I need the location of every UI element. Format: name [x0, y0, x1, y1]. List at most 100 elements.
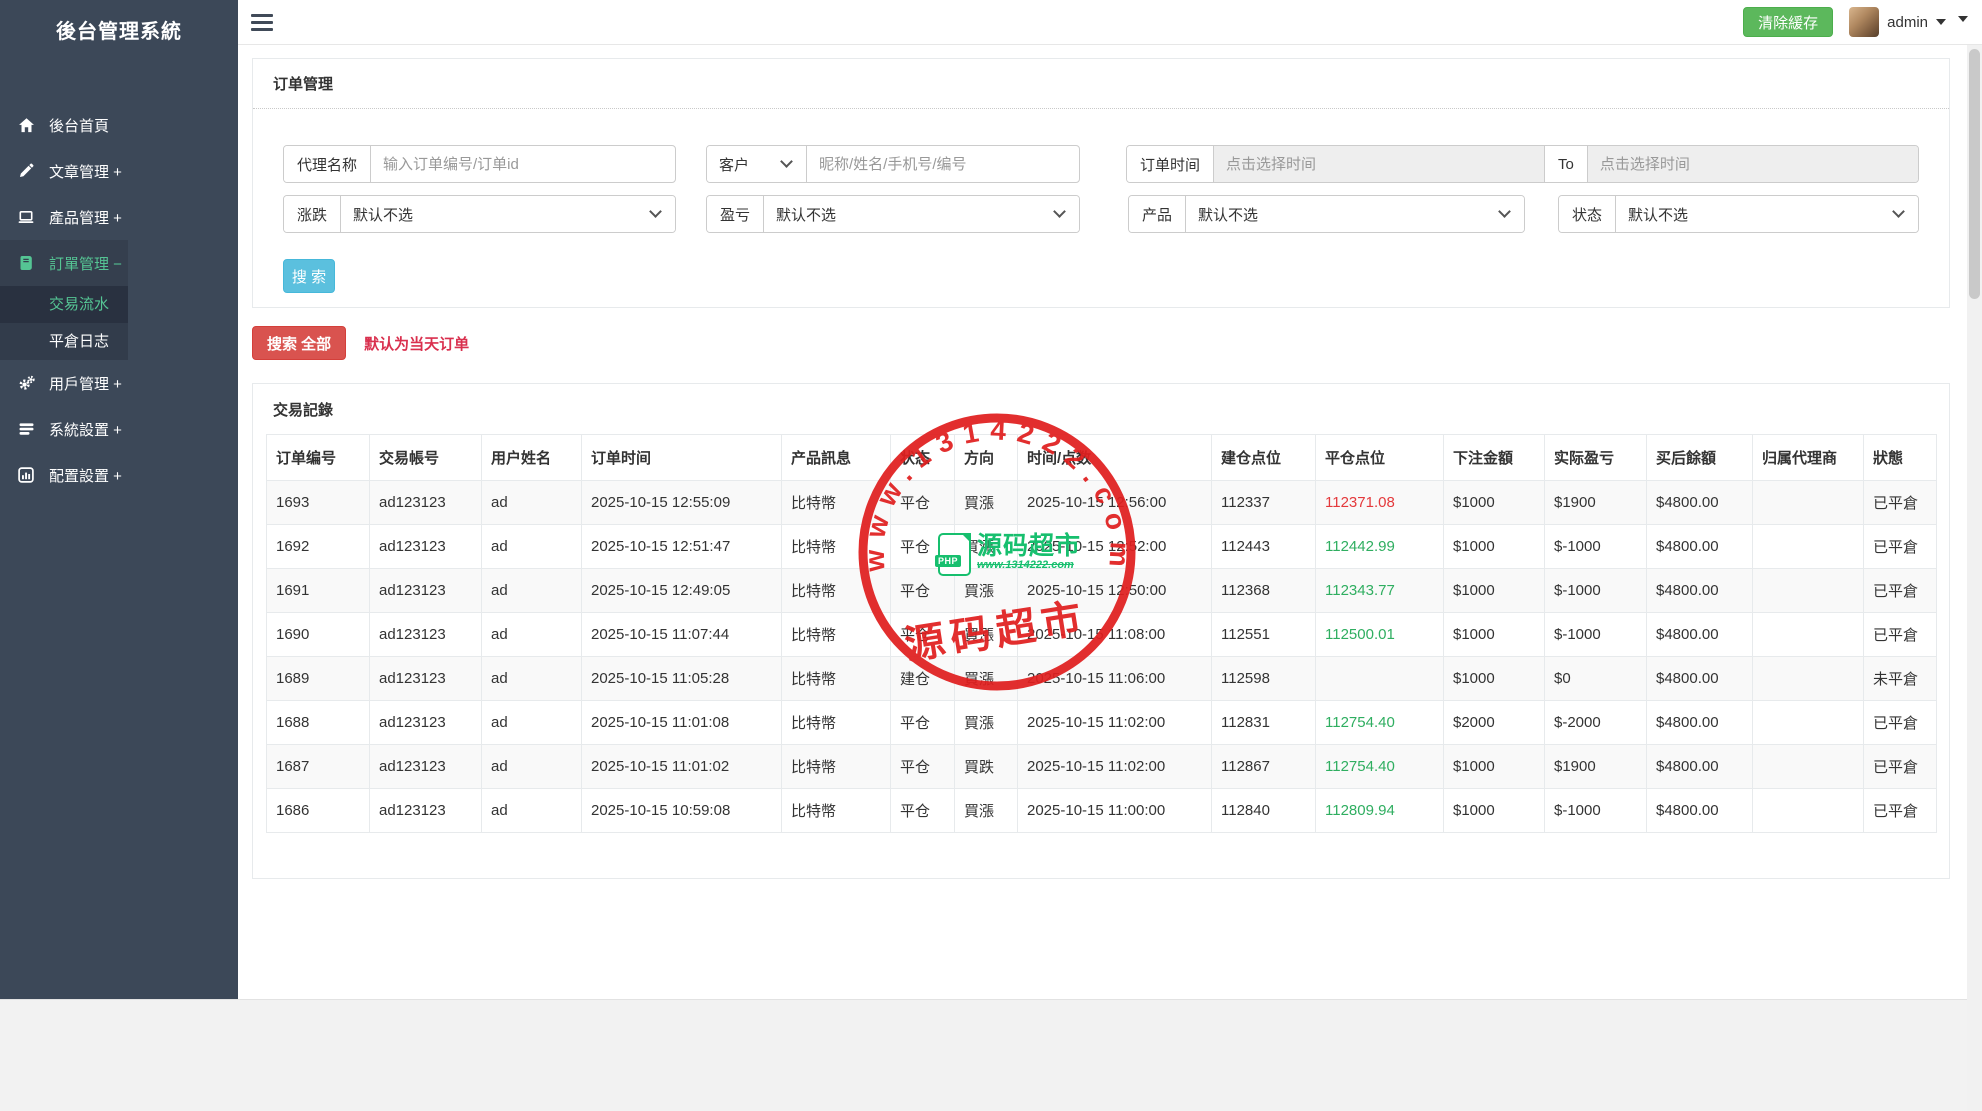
sidebar-item-system-settings[interactable]: 系統設置 + [0, 406, 128, 452]
customer-select[interactable]: 客户 [707, 146, 807, 182]
scrollbar-thumb[interactable] [1969, 49, 1980, 299]
column-header: 归属代理商 [1752, 434, 1864, 481]
search-all-bar: 搜索 全部 默认为当天订单 [252, 326, 1950, 360]
table-cell: ad123123 [369, 656, 482, 701]
vertical-scrollbar[interactable] [1967, 45, 1982, 1111]
table-cell [1752, 568, 1864, 613]
profit-select-value: 默认不选 [776, 206, 837, 224]
product-label: 产品 [1129, 196, 1187, 232]
table-cell: $4800.00 [1646, 480, 1753, 525]
table-cell: ad [481, 788, 582, 833]
sidebar-item-orders[interactable]: 訂單管理 − [0, 240, 128, 286]
customer-select-value: 客户 [719, 156, 750, 174]
order-time-label: 订单时间 [1127, 146, 1215, 182]
table-cell: 1689 [266, 656, 370, 701]
column-header: 平仓点位 [1315, 434, 1444, 481]
sidebar-item-label: 配置設置 + [49, 467, 122, 485]
table-cell: 已平倉 [1863, 744, 1937, 789]
table-cell: 1687 [266, 744, 370, 789]
search-button[interactable]: 搜 索 [283, 259, 335, 293]
updown-label: 涨跌 [284, 196, 342, 232]
table-cell: 建仓 [890, 656, 955, 701]
sidebar-nav: 後台首頁 文章管理 + 產品管理 + 訂單管理 − 交易流水 平倉日志 用戶管理… [0, 102, 128, 498]
sidebar-item-articles[interactable]: 文章管理 + [0, 148, 128, 194]
default-today-note: 默认为当天订单 [364, 335, 470, 353]
table-row: 1693 ad123123 ad 2025-10-15 12:55:09 比特幣 平仓 買漲… [266, 480, 1937, 525]
table-cell: 112443 [1211, 524, 1316, 569]
sidebar-item-products[interactable]: 產品管理 + [0, 194, 128, 240]
time-to-input[interactable] [1587, 146, 1918, 182]
table-cell: $1000 [1443, 480, 1545, 525]
table-cell: $4800.00 [1646, 788, 1753, 833]
clear-cache-button[interactable]: 清除緩存 [1743, 7, 1834, 37]
table-cell: $4800.00 [1646, 612, 1753, 657]
table-cell: 2025-10-15 11:07:44 [581, 612, 782, 657]
table-cell: ad [481, 700, 582, 745]
user-dropdown-caret-icon[interactable] [1936, 19, 1946, 25]
sidebar-item-config-settings[interactable]: 配置設置 + [0, 452, 128, 498]
sidebar-item-label: 文章管理 + [49, 163, 122, 181]
table-cell: $-1000 [1544, 524, 1647, 569]
table-cell [1752, 656, 1864, 701]
table-cell [1752, 700, 1864, 745]
table-cell: 112368 [1211, 568, 1316, 613]
table-cell: 買漲 [954, 612, 1018, 657]
sidebar-item-transaction-flow[interactable]: 交易流水 [0, 286, 128, 323]
column-header: 狀態 [1863, 434, 1937, 481]
time-from-input[interactable] [1214, 146, 1545, 182]
table-cell: 買漲 [954, 656, 1018, 701]
table-cell: 比特幣 [781, 700, 891, 745]
table-cell: ad [481, 744, 582, 789]
status-filter-group: 状态 默认不选 [1558, 195, 1919, 233]
column-header: 下注金額 [1443, 434, 1545, 481]
table-cell: 2025-10-15 11:05:28 [581, 656, 782, 701]
footer-band [0, 999, 1982, 1111]
table-cell: $1000 [1443, 788, 1545, 833]
table-cell: 112500.01 [1315, 612, 1444, 657]
table-cell: 比特幣 [781, 524, 891, 569]
avatar[interactable] [1849, 7, 1880, 37]
sidebar-item-home[interactable]: 後台首頁 [0, 102, 128, 148]
secondary-dropdown-caret-icon[interactable] [1958, 16, 1968, 22]
table-cell: 平仓 [890, 480, 955, 525]
agent-filter-group: 代理名称 [283, 145, 676, 183]
filter-form: 代理名称 客户 订单时间 To [253, 109, 1949, 307]
customer-input[interactable] [807, 146, 1079, 182]
table-cell: 比特幣 [781, 480, 891, 525]
table-cell: $4800.00 [1646, 744, 1753, 789]
sidebar-item-users[interactable]: 用戶管理 + [0, 360, 128, 406]
table-cell: $4800.00 [1646, 568, 1753, 613]
home-icon [15, 117, 37, 134]
table-cell: 平仓 [890, 788, 955, 833]
table-row: 1687 ad123123 ad 2025-10-15 11:01:02 比特幣 平仓 買跌… [266, 744, 1937, 789]
column-header: 状态 [890, 434, 955, 481]
status-select[interactable]: 默认不选 [1616, 196, 1918, 232]
table-cell: 2025-10-15 11:08:00 [1017, 612, 1212, 657]
sidebar-item-close-position-log[interactable]: 平倉日志 [0, 323, 128, 360]
panel-title-order-management: 订单管理 [253, 59, 1949, 109]
updown-select[interactable]: 默认不选 [341, 196, 675, 232]
table-cell: 2025-10-15 12:55:09 [581, 480, 782, 525]
column-header: 建仓点位 [1211, 434, 1316, 481]
agent-input[interactable] [371, 146, 675, 182]
chart-icon [15, 467, 37, 483]
hamburger-menu-icon[interactable] [251, 10, 273, 35]
table-cell: $4800.00 [1646, 656, 1753, 701]
table-cell: 平仓 [890, 612, 955, 657]
order-management-panel: 订单管理 代理名称 客户 订单时间 [252, 58, 1950, 308]
profit-select[interactable]: 默认不选 [764, 196, 1079, 232]
table-cell: 112343.77 [1315, 568, 1444, 613]
sidebar-item-label: 系統設置 + [49, 421, 122, 439]
search-all-button[interactable]: 搜索 全部 [252, 326, 347, 360]
table-cell: $1000 [1443, 568, 1545, 613]
records-table: 订单编号 交易帳号 用户姓名 订单时间 产品訊息 状态 方向 时间/点数 建仓点位 平仓点位 下注金… [266, 434, 1937, 833]
table-cell: $4800.00 [1646, 524, 1753, 569]
column-header: 时间/点数 [1017, 434, 1212, 481]
to-label: To [1544, 146, 1588, 182]
table-cell: $-1000 [1544, 788, 1647, 833]
table-cell: 1692 [266, 524, 370, 569]
product-select[interactable]: 默认不选 [1186, 196, 1524, 232]
table-cell: ad123123 [369, 744, 482, 789]
table-cell: 2025-10-15 11:00:00 [1017, 788, 1212, 833]
column-header: 买后餘額 [1646, 434, 1753, 481]
